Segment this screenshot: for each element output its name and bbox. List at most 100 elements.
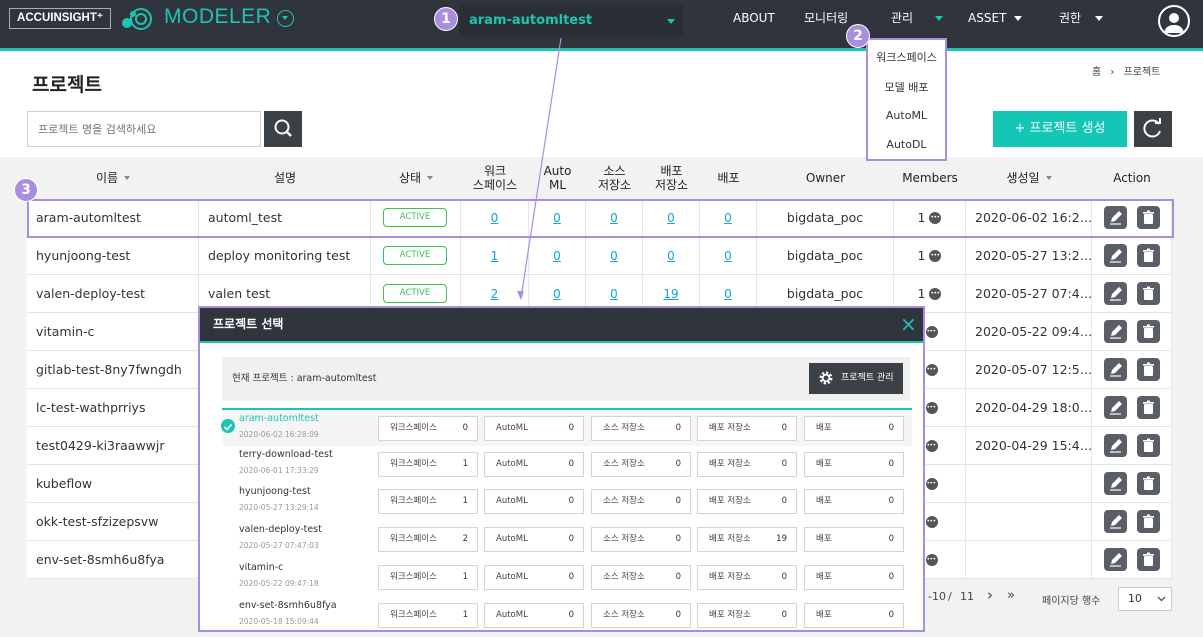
deploy-count[interactable]: 0 <box>700 199 757 237</box>
more-members-icon[interactable] <box>925 313 938 351</box>
next-page-icon[interactable]: › <box>987 586 993 604</box>
modal-stat-value: 0 <box>568 534 574 545</box>
edit-icon[interactable] <box>1104 548 1127 571</box>
more-members-icon[interactable] <box>925 351 938 389</box>
project-name[interactable]: kubeflow <box>27 465 199 503</box>
modal-project-row[interactable]: env-set-8smh6u8fya 2020-05-18 15:09:44 워크스… <box>222 597 912 631</box>
col-automl: Auto ML <box>543 164 572 192</box>
last-page-icon[interactable]: » <box>1007 588 1015 603</box>
more-members-icon[interactable] <box>929 199 942 237</box>
modal-stat-box: 배포 0 <box>804 602 904 628</box>
delete-icon[interactable] <box>1137 358 1160 381</box>
table-row[interactable]: hyunjoong-test deploy monitoring test ACTI… <box>27 237 1172 275</box>
menu-item-model-deploy[interactable]: 모델 배포 <box>868 79 945 95</box>
delete-icon[interactable] <box>1137 472 1160 495</box>
delete-icon[interactable] <box>1137 396 1160 419</box>
more-members-icon[interactable] <box>925 389 938 427</box>
project-name[interactable]: env-set-8smh6u8fya <box>27 541 199 579</box>
modal-project-row[interactable]: aram-automltest 2020-06-02 16:28:09 워크스페이스… <box>221 408 912 446</box>
status-cell: ACTIVE <box>371 199 461 237</box>
more-members-icon[interactable] <box>929 237 942 275</box>
nav-asset[interactable]: ASSET <box>968 0 1023 36</box>
edit-icon[interactable] <box>1104 358 1127 381</box>
more-members-icon[interactable] <box>925 465 938 503</box>
edit-icon[interactable] <box>1104 320 1127 343</box>
workspace-count[interactable]: 1 <box>461 237 529 275</box>
modal-project-row[interactable]: hyunjoong-test 2020-05-27 13:29:14 워크스페이스 1… <box>222 483 912 521</box>
user-avatar-icon[interactable] <box>1158 5 1190 37</box>
col-status[interactable]: 상태 <box>371 157 461 199</box>
modal-project-row[interactable]: valen-deploy-test 2020-05-27 07:47:03 워크스페… <box>222 521 912 559</box>
project-description: deploy monitoring test <box>199 237 371 275</box>
delete-icon[interactable] <box>1137 434 1160 457</box>
delete-icon[interactable] <box>1137 510 1160 533</box>
manage-project-button[interactable]: 프로젝트 관리 <box>809 363 903 394</box>
nav-permission[interactable]: 권한 <box>1059 0 1104 36</box>
action-cell <box>1092 503 1172 541</box>
workspace-count[interactable]: 0 <box>461 199 529 237</box>
chevron-down-icon <box>1014 16 1023 21</box>
modal-project-date: 2020-06-02 16:28:09 <box>239 430 319 439</box>
nav-about[interactable]: ABOUT <box>733 0 775 36</box>
edit-icon[interactable] <box>1104 510 1127 533</box>
source-storage-count[interactable]: 0 <box>586 199 643 237</box>
edit-icon[interactable] <box>1104 396 1127 419</box>
more-members-icon[interactable] <box>925 427 938 465</box>
rows-per-page-select[interactable]: 10 <box>1118 587 1172 611</box>
more-members-icon[interactable] <box>925 503 938 541</box>
refresh-button[interactable] <box>1134 111 1172 147</box>
search-button[interactable] <box>264 111 302 147</box>
modal-project-row[interactable]: terry-download-test 2020-06-01 17:33:29 워크… <box>222 446 912 484</box>
delete-icon[interactable] <box>1137 244 1160 267</box>
project-name[interactable]: test0429-ki3raawwjr <box>27 427 199 465</box>
menu-item-autodl[interactable]: AutoDL <box>868 138 945 151</box>
project-name[interactable]: lc-test-wathprriys <box>27 389 199 427</box>
more-members-icon[interactable] <box>925 541 938 579</box>
automl-count[interactable]: 0 <box>529 237 586 275</box>
more-members-icon[interactable] <box>929 275 942 313</box>
action-cell <box>1092 351 1172 389</box>
create-project-button[interactable]: + 프로젝트 생성 <box>993 111 1127 147</box>
edit-icon[interactable] <box>1104 282 1127 305</box>
edit-icon[interactable] <box>1104 434 1127 457</box>
close-icon[interactable]: × <box>900 313 917 335</box>
brand-logo[interactable]: ACCUINSIGHT⁺ <box>9 8 111 29</box>
modal-stat-label: 배포 저장소 <box>709 423 751 433</box>
deploy-storage-count[interactable]: 0 <box>643 199 700 237</box>
edit-icon[interactable] <box>1104 244 1127 267</box>
project-selector[interactable]: aram-automltest <box>459 5 683 37</box>
menu-item-automl[interactable]: AutoML <box>868 109 945 122</box>
delete-icon[interactable] <box>1137 548 1160 571</box>
project-name[interactable]: vitamin-c <box>27 313 199 351</box>
delete-icon[interactable] <box>1137 320 1160 343</box>
delete-icon[interactable] <box>1137 206 1160 229</box>
modal-project-row[interactable]: vitamin-c 2020-05-22 09:47:18 워크스페이스 1 AutoM… <box>222 559 912 597</box>
col-name[interactable]: 이름 <box>27 157 199 199</box>
breadcrumb-home[interactable]: 홈 <box>1092 67 1101 78</box>
menu-item-workspace[interactable]: 워크스페이스 <box>868 49 945 65</box>
delete-icon[interactable] <box>1137 282 1160 305</box>
modal-stat-label: 배포 <box>816 609 832 620</box>
project-name[interactable]: valen-deploy-test <box>27 275 199 313</box>
edit-icon[interactable] <box>1104 472 1127 495</box>
automl-count[interactable]: 0 <box>529 199 586 237</box>
table-row[interactable]: aram-automltest automl_test ACTIVE 0 0 0 0 0 big… <box>27 199 1172 237</box>
source-storage-count[interactable]: 0 <box>586 237 643 275</box>
project-name[interactable]: aram-automltest <box>27 199 199 237</box>
app-switch-icon[interactable] <box>277 10 294 27</box>
col-owner: Owner <box>805 171 846 185</box>
nav-admin[interactable]: 관리 <box>891 0 944 36</box>
deploy-storage-count[interactable]: 0 <box>643 237 700 275</box>
project-search-input[interactable] <box>27 111 261 147</box>
project-name[interactable]: hyunjoong-test <box>27 237 199 275</box>
col-created[interactable]: 생성일 <box>966 157 1092 199</box>
admin-dropdown-menu: 워크스페이스 모델 배포 AutoML AutoDL <box>866 38 947 161</box>
modal-stat-box: 배포 저장소 0 <box>697 489 797 515</box>
marker-3: 3 <box>14 178 38 202</box>
project-name[interactable]: okk-test-sfzizepsvw <box>27 503 199 541</box>
project-name[interactable]: gitlab-test-8ny7fwngdh <box>27 351 199 389</box>
nav-monitoring[interactable]: 모니터링 <box>804 0 848 36</box>
deploy-count[interactable]: 0 <box>700 237 757 275</box>
modal-stat-value: 0 <box>462 423 468 433</box>
edit-icon[interactable] <box>1104 206 1127 229</box>
